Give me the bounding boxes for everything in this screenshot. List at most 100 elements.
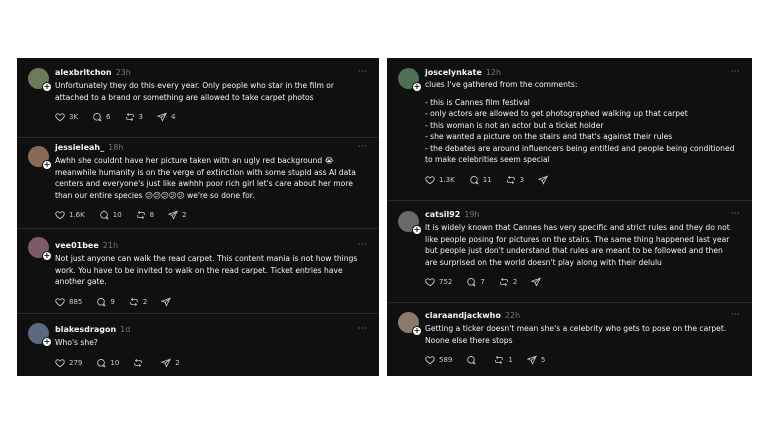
post-text-line: than our entire species 😕😕😕😕😕 we're so d… (55, 190, 255, 200)
thread-post[interactable]: + alexbritchon 23h ··· Unfortunately they do… (17, 58, 379, 137)
replies-count: 7 (480, 278, 485, 286)
thread-post[interactable]: + blakesdragon 1d ··· Who's she? 279 10 2 (17, 313, 379, 376)
repost-icon (125, 112, 139, 122)
share-button[interactable]: 2 (168, 210, 187, 220)
thread-post[interactable]: + catsil92 19h ··· It is widely known that C… (387, 200, 752, 302)
share-icon (531, 277, 545, 287)
share-button[interactable]: 2 (161, 358, 180, 368)
reply-button[interactable] (466, 355, 480, 365)
repost-button[interactable]: 3 (125, 112, 143, 122)
follow-plus-icon[interactable]: + (42, 251, 52, 261)
heart-icon (55, 297, 69, 307)
like-button[interactable]: 589 (425, 355, 452, 365)
repost-button[interactable]: 2 (129, 297, 147, 307)
more-options-icon[interactable]: ··· (731, 67, 740, 76)
reposts-count: 3 (138, 113, 143, 121)
avatar[interactable]: + (28, 323, 52, 347)
more-options-icon[interactable]: ··· (731, 310, 740, 319)
reply-button[interactable]: 7 (466, 277, 485, 287)
like-button[interactable]: 885 (55, 297, 82, 307)
follow-plus-icon[interactable]: + (42, 82, 52, 92)
timestamp: 19h (464, 210, 480, 219)
reply-button[interactable]: 11 (469, 175, 492, 185)
post-actions: 279 10 2 (55, 358, 194, 368)
like-button[interactable]: 279 (55, 358, 82, 368)
avatar[interactable]: + (398, 312, 422, 336)
share-button[interactable]: 5 (526, 355, 546, 365)
avatar[interactable]: + (398, 68, 422, 92)
post-text-line: - this is Cannes film festival (425, 97, 530, 107)
timestamp: 12h (485, 68, 502, 77)
reply-button[interactable]: 9 (96, 297, 115, 307)
username-link[interactable]: catsil92 (425, 210, 460, 219)
post-text-line: like people posing for pictures on the s… (425, 234, 730, 244)
left-thread-panel: + alexbritchon 23h ··· Unfortunately they do… (17, 58, 379, 376)
heart-icon (55, 358, 69, 368)
post-header: claraandjackwho 22h (425, 311, 520, 320)
post-actions: 3K 6 3 4 (55, 112, 189, 122)
username-link[interactable]: jessieleah_ (55, 143, 104, 152)
post-text: Getting a ticker doesn't mean she's a ce… (425, 323, 738, 346)
reply-button[interactable]: 10 (96, 358, 119, 368)
username-link[interactable]: blakesdragon (55, 325, 116, 334)
repost-button[interactable]: 3 (506, 175, 524, 185)
more-options-icon[interactable]: ··· (358, 240, 367, 249)
follow-plus-icon[interactable]: + (412, 82, 422, 92)
more-options-icon[interactable]: ··· (358, 67, 367, 76)
likes-count: 1.3K (439, 175, 455, 184)
avatar[interactable]: + (28, 68, 52, 92)
thread-post[interactable]: + joscelynkate 12h ··· clues I've gathered f… (387, 58, 752, 200)
more-options-icon[interactable]: ··· (731, 209, 740, 218)
repost-button[interactable] (133, 358, 147, 368)
username-link[interactable]: vee01bee (55, 241, 99, 250)
repost-button[interactable]: 8 (136, 210, 154, 220)
post-text-line: Who's she? (55, 338, 98, 347)
avatar[interactable]: + (28, 146, 52, 170)
share-icon (156, 112, 171, 122)
username-link[interactable]: alexbritchon (55, 68, 112, 77)
like-button[interactable]: 3K (55, 112, 78, 122)
share-button[interactable] (161, 297, 175, 307)
thread-post[interactable]: + claraandjackwho 22h ··· Getting a ticker d… (387, 302, 752, 376)
reply-button[interactable]: 10 (99, 210, 122, 220)
heart-icon (55, 112, 69, 122)
username-link[interactable]: claraandjackwho (425, 311, 501, 320)
likes-count: 279 (69, 358, 83, 367)
repost-button[interactable]: 2 (499, 277, 517, 287)
follow-plus-icon[interactable]: + (412, 225, 422, 235)
comment-icon (99, 210, 113, 220)
thread-post[interactable]: + jessieleah_ 18h ··· Awhh she couldnt have … (17, 137, 379, 228)
post-actions: 1.6K 10 8 2 (55, 210, 201, 220)
post-text-line: - only actors are allowed to get photogr… (425, 109, 688, 118)
like-button[interactable]: 1.6K (55, 210, 85, 220)
follow-plus-icon[interactable]: + (42, 337, 52, 347)
follow-plus-icon[interactable]: + (42, 160, 52, 170)
avatar[interactable]: + (398, 211, 422, 235)
post-text-line: Unfortunately they do this every year. O… (55, 81, 335, 90)
more-options-icon[interactable]: ··· (358, 142, 367, 151)
comment-icon (469, 175, 483, 185)
repost-button[interactable]: 1 (494, 355, 513, 365)
timestamp: 18h (108, 143, 124, 152)
repost-icon (499, 277, 513, 287)
thread-post[interactable]: + vee01bee 21h ··· Not just anyone can walk … (17, 228, 379, 313)
follow-plus-icon[interactable]: + (412, 326, 422, 336)
share-button[interactable]: 4 (156, 112, 176, 122)
avatar[interactable]: + (28, 237, 52, 261)
post-header: vee01bee 21h (55, 241, 118, 250)
replies-count: 10 (112, 211, 122, 219)
more-options-icon[interactable]: ··· (358, 324, 367, 333)
post-text-line: It is widely known that Cannes has very … (425, 223, 730, 232)
timestamp: 21h (102, 241, 119, 250)
share-button[interactable] (531, 277, 545, 287)
share-button[interactable] (538, 175, 552, 185)
shares-count: 5 (540, 356, 546, 364)
post-text-line: Noone else there stops (425, 335, 513, 345)
like-button[interactable]: 752 (425, 277, 452, 287)
replies-count: 11 (482, 175, 492, 184)
reply-button[interactable]: 6 (92, 112, 111, 122)
like-button[interactable]: 1.3K (425, 175, 455, 185)
shares-count: 4 (170, 113, 176, 121)
post-text: It is widely known that Cannes has very … (425, 222, 738, 268)
username-link[interactable]: joscelynkate (425, 68, 482, 77)
